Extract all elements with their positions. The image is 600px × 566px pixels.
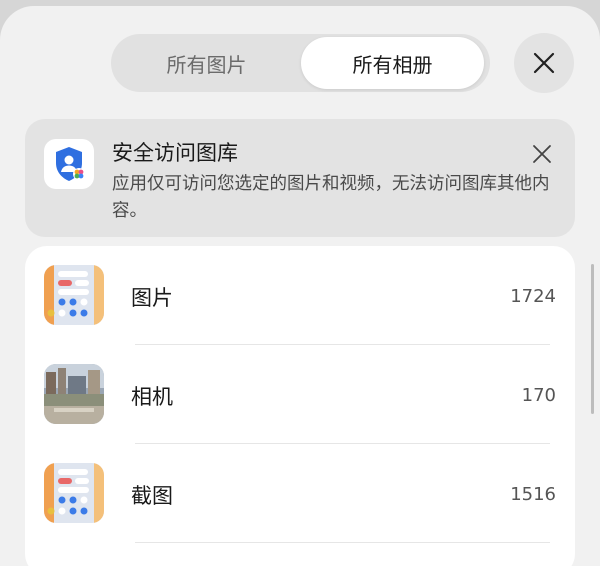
album-count: 1516: [510, 484, 556, 505]
album-list: 图片 1724 相机 170 截图 1516: [25, 246, 575, 566]
screenshot-thumbnail: [44, 463, 104, 523]
secure-access-banner: 安全访问图库 应用仅可访问您选定的图片和视频，无法访问图库其他内容。: [25, 119, 575, 237]
album-picker-sheet: 所有图片 所有相册 安全访问图库 应用仅可访问您选定的图片和视频，无法访问图库其…: [0, 6, 600, 566]
album-name: 图片: [131, 286, 173, 310]
tab-all-albums[interactable]: 所有相册: [301, 37, 484, 89]
scrollbar[interactable]: [591, 264, 594, 414]
album-name: 截图: [131, 484, 173, 508]
row-divider: [135, 542, 550, 543]
photo-thumbnail: [44, 364, 104, 424]
album-count: 170: [521, 385, 556, 406]
banner-title: 安全访问图库: [112, 141, 238, 165]
close-icon: [533, 145, 551, 163]
album-name: 相机: [131, 385, 173, 409]
close-icon: [533, 52, 555, 74]
album-row-screenshots[interactable]: 截图 1516: [25, 444, 575, 543]
album-view-tabs: 所有图片 所有相册: [111, 34, 490, 92]
tab-all-photos[interactable]: 所有图片: [115, 37, 298, 89]
album-count: 1724: [510, 286, 556, 307]
banner-description: 应用仅可访问您选定的图片和视频，无法访问图库其他内容。: [112, 174, 550, 221]
shield-user-icon: [44, 139, 94, 189]
screenshot-thumbnail: [44, 265, 104, 325]
album-row-camera[interactable]: 相机 170: [25, 345, 575, 444]
album-row-pictures[interactable]: 图片 1724: [25, 246, 575, 345]
banner-close-button[interactable]: [528, 140, 556, 168]
close-button[interactable]: [514, 33, 574, 93]
